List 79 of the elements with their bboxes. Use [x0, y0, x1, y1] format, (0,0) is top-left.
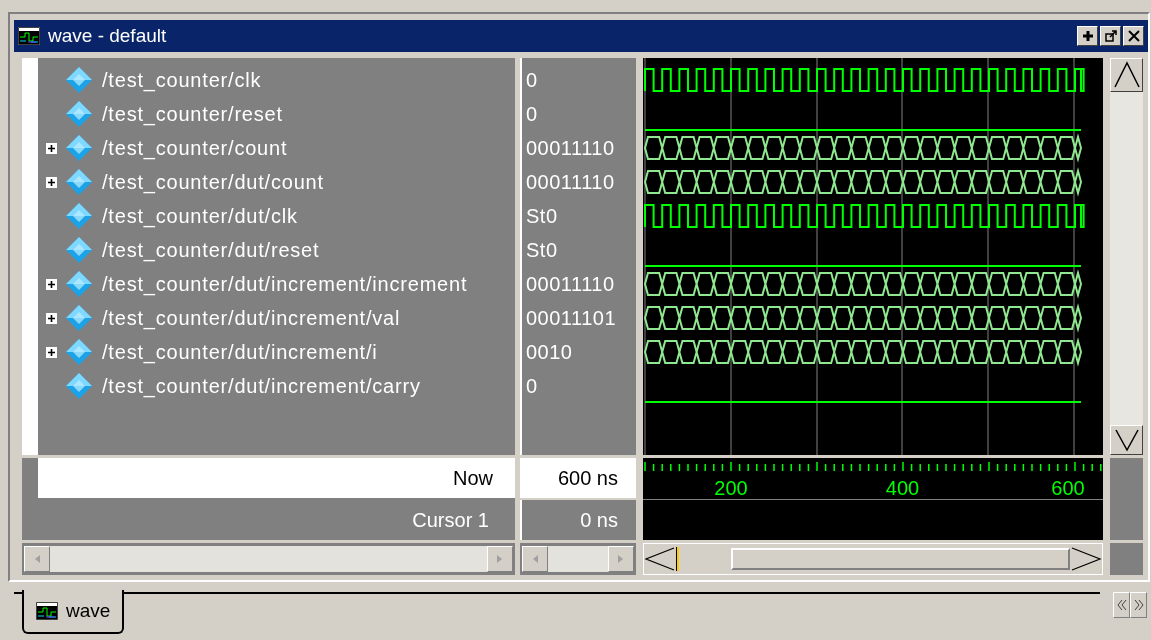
left-arrow-icon: [33, 554, 41, 564]
plus-icon: [46, 177, 56, 187]
signal-value: 0: [526, 68, 538, 93]
scroll-left-button[interactable]: [522, 546, 548, 572]
scroll-left-button[interactable]: [24, 546, 50, 572]
signal-name[interactable]: /test_counter/dut/reset: [102, 235, 320, 265]
expand-button[interactable]: [44, 311, 58, 325]
expand-button[interactable]: [44, 141, 58, 155]
diamond-signal-icon: [64, 337, 94, 367]
signal-value: 00011110: [526, 272, 615, 297]
right-arrow-icon: [496, 554, 504, 564]
tab-scroll-right-button[interactable]: [1130, 592, 1147, 618]
signal-name[interactable]: /test_counter/dut/count: [102, 167, 324, 197]
now-value: 600 ns: [557, 466, 618, 491]
dock-button[interactable]: [1077, 26, 1098, 46]
vertical-scrollbar[interactable]: [1110, 58, 1143, 455]
undock-button[interactable]: [1100, 26, 1121, 46]
ruler-label: 400: [885, 476, 920, 501]
right-arrow-icon: [617, 554, 625, 564]
ruler-label: 600: [1051, 476, 1085, 501]
signal-name[interactable]: /test_counter/dut/clk: [102, 201, 298, 231]
signal-value: 0: [526, 374, 538, 399]
expand-button[interactable]: [44, 345, 58, 359]
signal-value: 0010: [526, 340, 573, 365]
signal-value: 00011110: [526, 136, 615, 161]
undock-icon: [1102, 28, 1119, 44]
close-button[interactable]: [1123, 26, 1144, 46]
plus-icon: [46, 347, 56, 357]
expand-button[interactable]: [44, 175, 58, 189]
signal-name[interactable]: /test_counter/dut/increment/increment: [102, 269, 468, 299]
signal-name[interactable]: /test_counter/reset: [102, 99, 283, 129]
diamond-signal-icon: [64, 65, 94, 95]
plus-icon: [46, 143, 56, 153]
signal-value: St0: [526, 204, 558, 229]
diamond-signal-icon: [64, 133, 94, 163]
waveform-horizontal-scrollbar[interactable]: [643, 543, 1103, 575]
scroll-left-icon[interactable]: [644, 546, 676, 572]
signal-name[interactable]: /test_counter/dut/increment/val: [102, 303, 401, 333]
name-horizontal-scrollbar[interactable]: [22, 543, 515, 575]
plus-icon: [46, 313, 56, 323]
cursor-marker: [676, 547, 679, 571]
tab[interactable]: wave: [22, 590, 125, 634]
plus-icon: [46, 279, 56, 289]
tab-scroll-left-button[interactable]: [1113, 592, 1130, 618]
double-left-arrow-icon: [1116, 599, 1127, 611]
ruler-label: 200: [714, 476, 748, 501]
now-label: Now: [453, 466, 493, 491]
signal-value: 0: [526, 102, 538, 127]
diamond-signal-icon: [64, 235, 94, 265]
diamond-signal-icon: [64, 371, 94, 401]
value-horizontal-scrollbar[interactable]: [520, 543, 636, 575]
scroll-up-button[interactable]: [1110, 58, 1143, 92]
diamond-signal-icon: [64, 201, 94, 231]
window-title: wave - default: [48, 23, 168, 48]
signal-name[interactable]: /test_counter/count: [102, 133, 288, 163]
expand-button[interactable]: [44, 277, 58, 291]
scroll-right-button[interactable]: [487, 546, 513, 572]
signal-name[interactable]: /test_counter/clk: [102, 65, 262, 95]
scroll-down-button[interactable]: [1110, 425, 1143, 455]
close-icon: [1125, 28, 1142, 44]
diamond-signal-icon: [64, 269, 94, 299]
waveform-tab-icon: [36, 602, 58, 620]
diamond-signal-icon: [64, 167, 94, 197]
signal-value: 00011110: [526, 170, 615, 195]
signal-name[interactable]: /test_counter/dut/increment/carry: [102, 371, 421, 401]
double-right-arrow-icon: [1133, 599, 1144, 611]
cursor-value: 0 ns: [580, 508, 618, 533]
signal-value: St0: [526, 238, 558, 263]
scroll-right-button[interactable]: [608, 546, 634, 572]
signal-value: 00011101: [526, 306, 616, 331]
diamond-signal-icon: [64, 303, 94, 333]
scroll-thumb[interactable]: [731, 548, 1070, 570]
scroll-right-icon[interactable]: [1070, 546, 1102, 572]
diamond-signal-icon: [64, 99, 94, 129]
left-arrow-icon: [531, 554, 539, 564]
scrollbar-corner: [1110, 543, 1143, 575]
cursor-label[interactable]: Cursor 1: [412, 505, 489, 535]
signal-name[interactable]: /test_counter/dut/increment/i: [102, 337, 378, 367]
waveform-window-icon: [18, 27, 40, 45]
